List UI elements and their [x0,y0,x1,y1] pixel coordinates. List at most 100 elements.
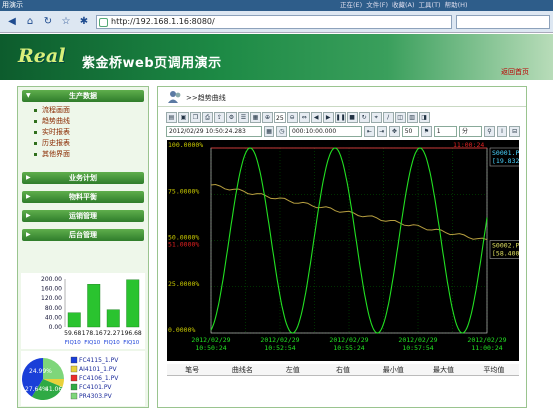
clock-icon[interactable]: ◷ [276,126,288,137]
trend-table-header: 笔号 曲线名 左值 右值 最小值 最大值 平均值 [167,364,519,376]
refresh-icon[interactable]: ↻ [40,14,56,30]
settings-icon[interactable]: ⚙ [226,112,237,123]
left-icon[interactable]: ◀ [310,112,322,123]
ruler-icon[interactable]: ⊟ [509,126,520,137]
mini-ytick: 80.00 [45,305,62,312]
menu-item[interactable]: 帮助(H) [445,0,468,11]
sidebar-item-flow[interactable]: 流程画面 [18,105,148,116]
sidebar-item-realtime-report[interactable]: 实时报表 [18,127,148,138]
menu-item[interactable]: 文件(F) [366,0,388,11]
pin-icon[interactable]: ⚲ [484,126,495,137]
legend-swatch [70,383,78,391]
line-icon[interactable]: ∕ [382,112,394,123]
mini-category: FIQ10 [65,340,82,346]
menu-item[interactable]: 工具(T) [419,0,441,11]
address-bar[interactable]: http://192.168.1.16:8080/ [96,15,452,29]
copy-icon[interactable]: ❐ [190,112,201,123]
points-field[interactable]: 50 [401,126,420,137]
sidebar-section-production[interactable]: ▼ 生产数据 [22,90,144,102]
x-tick-date: 2012/02/29 [260,336,299,344]
table-icon[interactable]: ▥ [406,112,418,123]
app-name: 紫金桥web页调用演示 [82,56,222,71]
cursor-icon[interactable]: ⌖ [370,112,382,123]
y-tick-label: 25.0000% [168,280,199,288]
sidebar-item-trend[interactable]: 趋势曲线 [18,116,148,127]
mini-ytick: 0.00 [49,324,63,331]
save-icon[interactable]: ▣ [178,112,189,123]
legend-swatch [70,392,78,400]
mini-value-label: 196.68 [121,330,142,337]
time-toolbar: 2012/02/29 10:50:24.283 ▦ ◷ 000:10:00.00… [166,125,520,138]
sidebar-item-history-report[interactable]: 历史报表 [18,138,148,149]
star-icon[interactable]: ☆ [58,14,74,30]
right-icon[interactable]: ▶ [322,112,334,123]
zoom-value[interactable]: 25 [274,112,286,123]
time-span-field[interactable]: 000:10:00.000 [289,126,362,137]
refresh-icon[interactable]: ↻ [358,112,370,123]
sidebar-item-other[interactable]: 其他界面 [18,149,148,160]
export-icon[interactable]: ⇪ [214,112,225,123]
mini-value-label: 178.16 [82,330,103,337]
step-forward-icon[interactable]: ⇥ [376,126,388,137]
x-tick-date: 2012/02/29 [329,336,368,344]
legend-swatch [70,374,78,382]
interval-field[interactable]: 1 [433,126,457,137]
start-time-field[interactable]: 2012/02/29 10:50:24.283 [166,126,262,137]
sidebar-section-admin[interactable]: ▶ 后台管理 [22,229,144,241]
mini-category: FIQ10 [84,340,101,346]
col-max: 最大值 [433,366,455,374]
tag-value: [19.8324] [492,157,519,165]
mini-bar [106,309,120,328]
panel-header: >>趋势曲线 [158,87,526,107]
y-tick-label: 75.0000% [168,187,199,195]
x-tick-time: 10:52:54 [264,344,295,352]
chart-icon[interactable]: ◫ [394,112,406,123]
sidebar-section-balance[interactable]: ▶ 物料平衡 [22,191,144,203]
app-banner: Real 紫金桥web页调用演示 返回首页 [0,34,553,80]
red-y-label: 51.0000% [168,241,199,249]
print-icon[interactable]: ⎙ [202,112,213,123]
menu-item[interactable]: 收藏(A) [392,0,415,11]
menu-item[interactable]: 正在(E) [340,0,362,11]
grid-icon[interactable]: ▦ [250,112,261,123]
sidebar-section-plan[interactable]: ▶ 业务计划 [22,172,144,184]
home-icon[interactable]: ⌂ [22,14,38,30]
pause-icon[interactable]: ❚❚ [334,112,346,123]
zoom-out-icon[interactable]: ⊖ [286,112,298,123]
mini-category: FIQ10 [104,340,121,346]
unit-select[interactable]: 分 [458,126,483,137]
open-icon[interactable]: ▤ [166,112,177,123]
col-pen: 笔号 [185,366,200,374]
browser-toolbar: ◀ ⌂ ↻ ☆ ✱ http://192.168.1.16:8080/ [0,11,553,33]
fit-icon[interactable]: ⇔ [298,112,310,123]
stop-icon[interactable]: ■ [346,112,358,123]
mini-value-label: 72.27 [103,330,120,337]
pan-icon[interactable]: ✥ [389,126,400,137]
mini-ytick: 200.00 [41,276,62,283]
mini-ytick: 160.00 [41,286,62,293]
zoom-in-icon[interactable]: ⊕ [262,112,273,123]
mini-bar [67,312,81,328]
home-link[interactable]: 返回首页 [501,67,529,77]
legend-swatch [70,365,78,373]
x-tick-date: 2012/02/29 [398,336,437,344]
x-tick-time: 10:50:24 [195,344,226,352]
col-name: 曲线名 [231,366,253,374]
chevron-down-icon: ▼ [26,92,31,99]
search-input[interactable] [456,15,550,29]
window-icon[interactable]: ◨ [418,112,430,123]
step-back-icon[interactable]: ⇤ [363,126,375,137]
mini-bar [87,284,101,328]
list-icon[interactable]: ☰ [238,112,249,123]
tools-icon[interactable]: ✱ [76,14,92,30]
flag-icon[interactable]: ⚑ [421,126,432,137]
cursor-text-icon[interactable]: I [496,126,508,137]
sidebar-section-transport[interactable]: ▶ 运销管理 [22,210,144,222]
tag-value: [58.4000] [492,250,519,258]
legend-swatch [70,356,78,364]
calendar-icon[interactable]: ▦ [263,126,275,137]
url-text: http://192.168.1.16:8080/ [111,17,215,26]
trend-chart[interactable]: 100.0000% 75.0000% 50.0000% 25.0000% 0.0000%… [167,140,519,361]
back-icon[interactable]: ◀ [4,14,20,30]
mini-category: FIQ10 [123,340,140,346]
